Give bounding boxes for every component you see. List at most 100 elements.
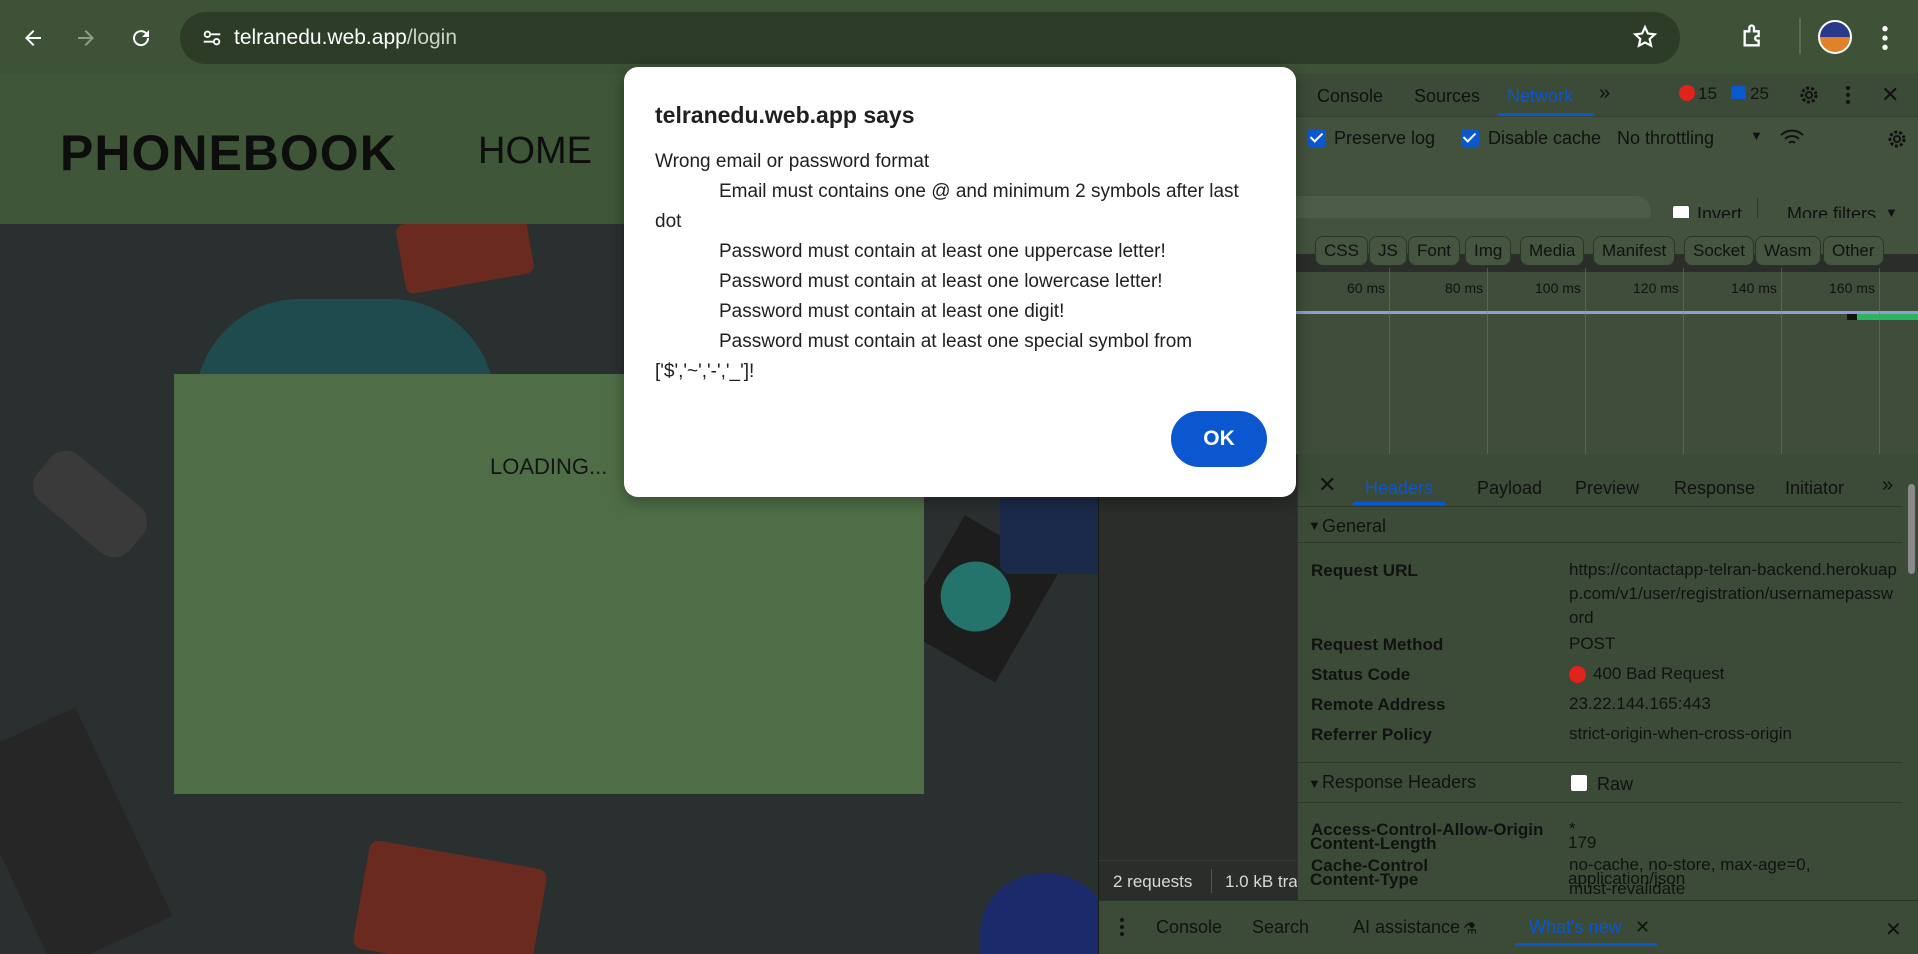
toolbar-divider (1799, 18, 1801, 54)
drawer-tab-ai[interactable]: AI assistance (1353, 917, 1460, 938)
error-count[interactable]: 15 (1698, 84, 1717, 104)
tab-headers[interactable]: Headers (1365, 478, 1433, 499)
arrow-right-icon (78, 30, 94, 46)
more-detail-tabs-icon[interactable]: » (1882, 474, 1893, 497)
tab-initiator[interactable]: Initiator (1785, 478, 1844, 499)
general-collapse-icon[interactable]: ▼ (1308, 518, 1321, 533)
reload-icon (133, 30, 150, 47)
url-path: /login (406, 26, 458, 49)
timeline-gridline (1389, 268, 1390, 454)
alert-line: Password must contain at least one speci… (655, 331, 1193, 382)
url-host: telranedu.web.app (234, 26, 407, 49)
alert-line: Wrong email or password format (655, 151, 930, 172)
settings-gear-icon[interactable] (1797, 83, 1821, 112)
throttling-select[interactable]: No throttling (1617, 128, 1714, 149)
nav-home-link[interactable]: HOME (478, 130, 592, 173)
timeline-tick: 60 ms (1347, 280, 1386, 296)
response-headers-collapse-icon[interactable]: ▼ (1308, 776, 1321, 791)
more-tabs-icon[interactable]: » (1599, 82, 1610, 105)
drawer-tab-underline (1515, 943, 1657, 946)
response-headers-title[interactable]: Response Headers (1322, 772, 1476, 793)
alert-dialog: telranedu.web.app says Wrong email or pa… (624, 67, 1296, 497)
tab-preview[interactable]: Preview (1575, 478, 1639, 499)
filter-chip-socket[interactable]: Socket (1684, 236, 1754, 266)
tab-headers-underline (1353, 502, 1445, 505)
close-devtools-icon[interactable]: ✕ (1881, 82, 1899, 108)
site-info-icon[interactable] (198, 24, 226, 52)
status-bar: 2 requests 1.0 kB tra (1099, 860, 1298, 900)
timeline-bar-download (1857, 314, 1918, 320)
remote-address-value: 23.22.144.165:443 (1569, 694, 1711, 713)
drawer-tab-console[interactable]: Console (1156, 917, 1222, 938)
close-whats-new-icon[interactable]: ✕ (1635, 917, 1650, 938)
site-brand: PHONEBOOK (60, 125, 397, 181)
profile-avatar[interactable] (1818, 20, 1852, 54)
drawer-tab-whats-new[interactable]: What's new (1529, 917, 1621, 938)
retro-blue-decoration (980, 874, 1098, 954)
chrome-menu-icon[interactable] (1880, 24, 1890, 57)
request-list[interactable] (1099, 454, 1297, 880)
detail-scrollbar[interactable] (1905, 462, 1917, 898)
timeline-gridline (1781, 268, 1782, 454)
status-divider (1211, 869, 1212, 893)
request-url-value: https://contactapp-telran-backend.heroku… (1569, 560, 1897, 627)
alert-line: Email must contains one @ and minimum 2 … (655, 181, 1239, 232)
network-conditions-icon[interactable] (1779, 127, 1805, 154)
timeline-tick: 100 ms (1535, 280, 1581, 296)
timeline-gridline (1487, 268, 1488, 454)
detail-scrollbar-thumb[interactable] (1908, 484, 1915, 574)
drawer-menu-icon[interactable] (1119, 917, 1125, 942)
address-bar[interactable]: telranedu.web.app/login (180, 12, 1680, 64)
filter-chip-other[interactable]: Other (1823, 236, 1884, 266)
message-count[interactable]: 25 (1750, 84, 1769, 104)
disable-cache-label: Disable cache (1488, 128, 1602, 148)
devtools-menu-icon[interactable] (1845, 85, 1851, 110)
preserve-log-checkbox[interactable] (1308, 129, 1326, 147)
close-detail-icon[interactable]: ✕ (1318, 472, 1336, 498)
tab-payload[interactable]: Payload (1477, 478, 1542, 499)
filter-chip-font[interactable]: Font (1408, 236, 1461, 266)
alert-line: Password must contain at least one upper… (719, 241, 1166, 262)
disable-cache-checkbox[interactable] (1461, 129, 1479, 147)
timeline-gridline (1585, 268, 1586, 454)
filter-chip-js[interactable]: JS (1369, 236, 1407, 266)
retro-vhs-decoration (0, 707, 173, 954)
response-headers-divider-top (1298, 762, 1902, 763)
network-settings-gear-icon[interactable] (1885, 127, 1909, 156)
devtools-drawer: Console Search AI assistance ⚗ What's ne… (1099, 900, 1918, 954)
reload-button[interactable] (121, 18, 161, 58)
raw-checkbox[interactable] (1570, 774, 1588, 792)
timeline-bar-waiting (1847, 314, 1857, 320)
preserve-log-label: Preserve log (1334, 128, 1436, 148)
request-method-key: Request Method (1311, 635, 1444, 654)
filter-chip-media[interactable]: Media (1520, 236, 1585, 266)
tab-console[interactable]: Console (1317, 86, 1383, 107)
timeline-gridline (1683, 268, 1684, 454)
back-button[interactable] (13, 18, 53, 58)
tab-response[interactable]: Response (1674, 478, 1755, 499)
close-drawer-icon[interactable]: ✕ (1885, 917, 1902, 942)
tab-sources[interactable]: Sources (1414, 86, 1480, 107)
general-section-title[interactable]: General (1322, 516, 1386, 537)
tab-network[interactable]: Network (1507, 86, 1573, 107)
filter-chip-img[interactable]: Img (1465, 236, 1512, 266)
chevron-down-icon[interactable]: ▼ (1750, 128, 1763, 143)
drawer-tab-search[interactable]: Search (1252, 917, 1309, 938)
remote-address-key: Remote Address (1311, 695, 1446, 714)
filter-chip-css[interactable]: CSS (1315, 236, 1368, 266)
message-icon[interactable] (1731, 86, 1746, 99)
ok-button[interactable]: OK (1171, 411, 1267, 467)
filter-chip-manifest[interactable]: Manifest (1593, 236, 1676, 266)
content-length-key: Content-Length (1310, 834, 1437, 853)
flask-icon: ⚗ (1463, 921, 1478, 938)
raw-label: Raw (1597, 774, 1634, 794)
extensions-icon[interactable] (1740, 22, 1768, 55)
forward-button[interactable] (66, 18, 106, 58)
error-icon[interactable] (1679, 85, 1695, 101)
timeline-tick: 120 ms (1633, 280, 1679, 296)
filter-chip-wasm[interactable]: Wasm (1755, 236, 1821, 266)
request-url-key: Request URL (1311, 561, 1418, 580)
bookmark-star-icon[interactable] (1632, 24, 1658, 55)
timeline-gridline (1879, 268, 1880, 454)
loading-text: LOADING... (490, 454, 608, 479)
